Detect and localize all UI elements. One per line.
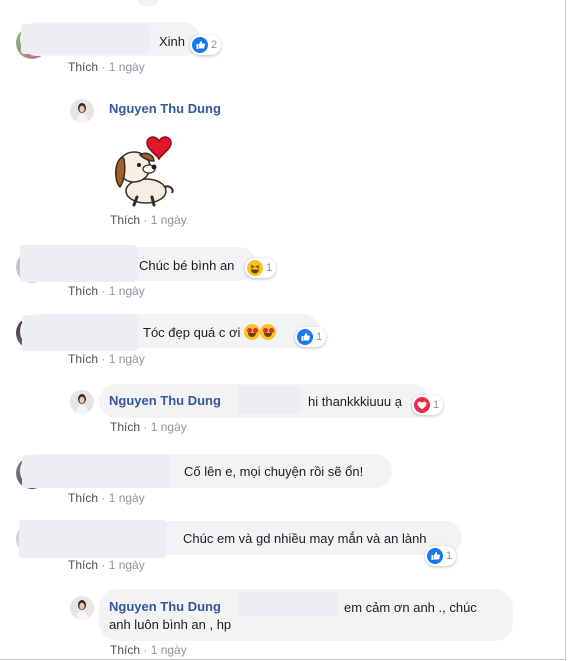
comment-meta: Thích · 1 ngày — [68, 60, 145, 74]
reaction-badge[interactable]: 1 — [425, 546, 457, 566]
timestamp[interactable]: 1 ngày — [151, 420, 187, 434]
comment-meta: Thích · 1 ngày — [110, 420, 187, 434]
frame-border-bottom — [0, 659, 566, 660]
heart-eyes-emoji-icon — [260, 324, 277, 340]
timestamp[interactable]: 1 ngày — [151, 643, 187, 657]
comment-text: Cố lên e, mọi chuyện rồi sẽ ổn! — [184, 464, 364, 479]
like-reaction-icon — [427, 548, 443, 564]
like-link[interactable]: Thích — [68, 284, 98, 298]
hidden-author-name — [20, 245, 137, 282]
like-link[interactable]: Thích — [68, 60, 98, 74]
comment-text: hi thankkkiuuu ạ — [308, 394, 402, 409]
timestamp[interactable]: 1 ngày — [109, 284, 145, 298]
reaction-badge[interactable]: 1 — [412, 395, 444, 415]
reaction-count: 1 — [266, 262, 273, 274]
like-reaction-icon — [192, 37, 208, 53]
hidden-tag — [238, 592, 338, 616]
separator: · — [143, 643, 148, 657]
hidden-author-name — [22, 455, 170, 488]
separator: · — [101, 284, 106, 298]
previous-comment-fragment — [138, 0, 158, 6]
like-link[interactable]: Thích — [68, 352, 98, 366]
author-name[interactable]: Nguyen Thu Dung — [109, 101, 221, 116]
timestamp[interactable]: 1 ngày — [109, 60, 145, 74]
separator: · — [101, 60, 106, 74]
separator: · — [101, 352, 106, 366]
reaction-badge[interactable]: 1 — [295, 327, 327, 347]
hidden-author-name — [21, 24, 149, 54]
comment-text-line-1: em cảm ơn anh ., chúc — [344, 600, 477, 615]
heart-eyes-emoji-icon — [244, 324, 261, 340]
comment-text: Tóc đẹp quá c ơi — [143, 324, 277, 341]
comment-meta: Thích · 1 ngày — [68, 284, 145, 298]
comment-text: Chúc bé bình an — [139, 258, 235, 273]
comment-meta: Thích · 1 ngày — [110, 213, 187, 227]
reaction-count: 1 — [316, 331, 323, 343]
separator: · — [101, 491, 106, 505]
timestamp[interactable]: 1 ngày — [109, 558, 145, 572]
avatar[interactable] — [70, 596, 94, 620]
reaction-count: 1 — [446, 550, 453, 562]
hidden-author-name — [22, 315, 138, 351]
hidden-author-name — [19, 520, 166, 558]
hidden-tag — [238, 386, 300, 414]
avatar[interactable] — [70, 390, 94, 414]
like-reaction-icon — [297, 329, 313, 345]
separator: · — [143, 213, 148, 227]
like-link[interactable]: Thích — [110, 213, 140, 227]
author-name[interactable]: Nguyen Thu Dung — [109, 599, 221, 614]
haha-reaction-icon — [247, 260, 263, 276]
like-link[interactable]: Thích — [110, 643, 140, 657]
avatar[interactable] — [70, 99, 94, 123]
reaction-badge[interactable]: 2 — [190, 35, 222, 55]
separator: · — [143, 420, 148, 434]
timestamp[interactable]: 1 ngày — [109, 352, 145, 366]
love-reaction-icon — [414, 397, 430, 413]
comment-text-line-2: anh luôn bình an , hp — [109, 617, 232, 632]
like-link[interactable]: Thích — [68, 491, 98, 505]
author-name[interactable]: Nguyen Thu Dung — [109, 393, 221, 408]
like-link[interactable]: Thích — [68, 558, 98, 572]
reaction-count: 2 — [211, 39, 218, 51]
comment-meta: Thích · 1 ngày — [68, 352, 145, 366]
separator: · — [101, 558, 106, 572]
comment-meta: Thích · 1 ngày — [110, 643, 187, 657]
comment-text-content: Tóc đẹp quá c ơi — [143, 325, 241, 340]
reaction-badge[interactable]: 1 — [245, 258, 277, 278]
frame-border-right — [565, 0, 566, 661]
timestamp[interactable]: 1 ngày — [109, 491, 145, 505]
dog-heart-sticker — [104, 127, 184, 211]
timestamp[interactable]: 1 ngày — [151, 213, 187, 227]
reaction-count: 1 — [433, 399, 440, 411]
comment-text: Xinh — [159, 34, 186, 49]
comment-meta: Thích · 1 ngày — [68, 558, 145, 572]
comment-text: Chúc em và gd nhiều may mắn và an lành — [183, 531, 427, 546]
like-link[interactable]: Thích — [110, 420, 140, 434]
comment-meta: Thích · 1 ngày — [68, 491, 145, 505]
